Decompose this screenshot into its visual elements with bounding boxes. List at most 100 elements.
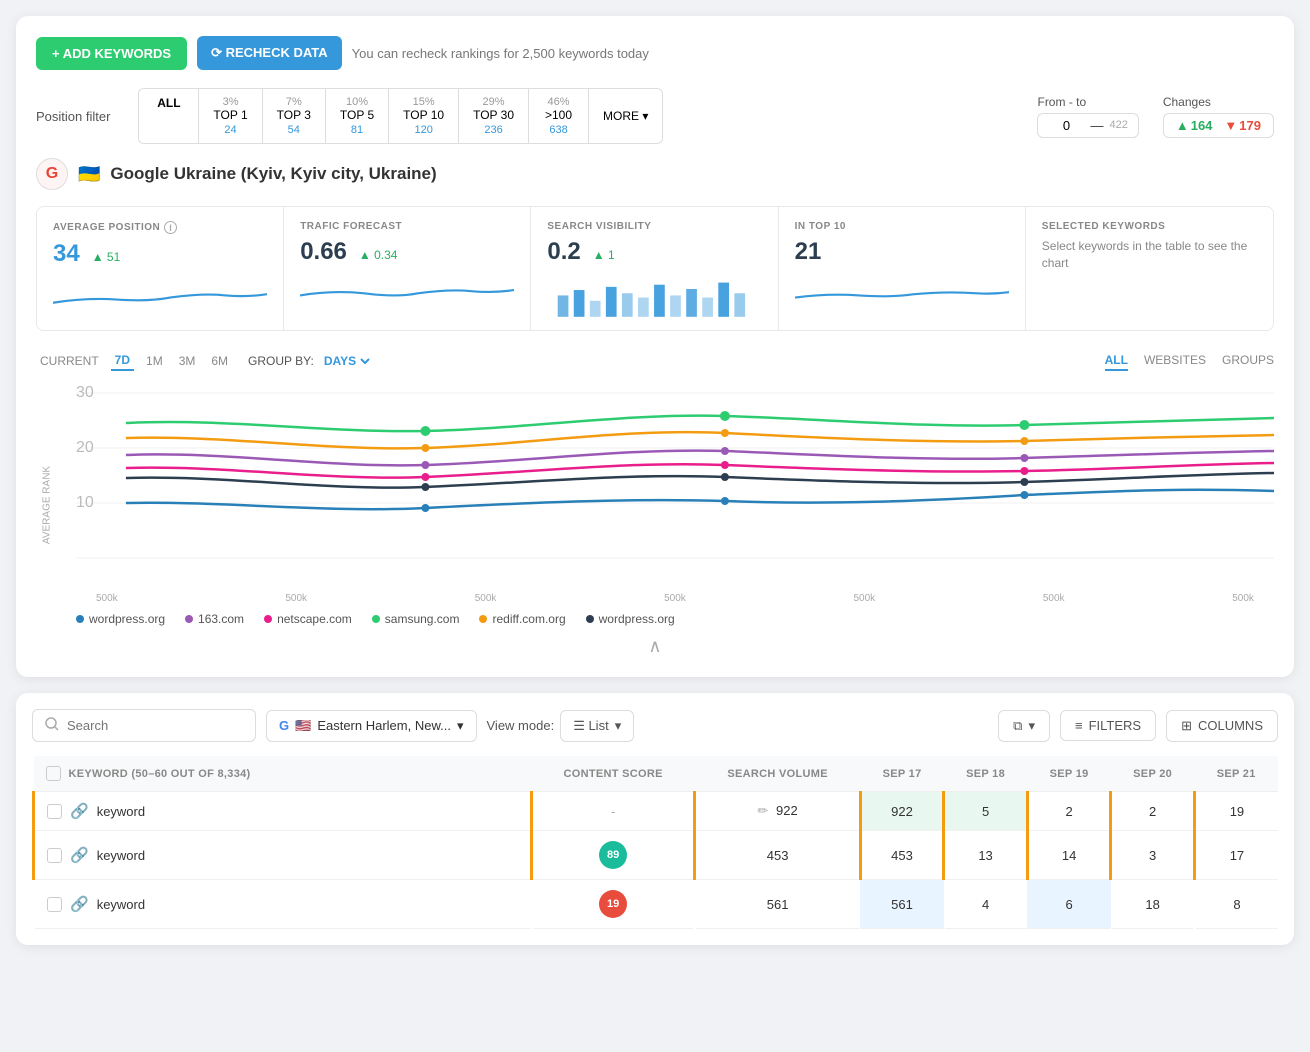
sep18-cell: 13 bbox=[944, 831, 1028, 880]
group-by-select[interactable]: DAYS bbox=[320, 353, 373, 369]
sep21-cell: 17 bbox=[1194, 831, 1278, 880]
legend-label: netscape.com bbox=[277, 612, 352, 626]
filters-button[interactable]: ≡ FILTERS bbox=[1060, 710, 1156, 741]
ukraine-flag: 🇺🇦 bbox=[78, 164, 100, 185]
keyword-text: keyword bbox=[97, 848, 145, 863]
changes-label: Changes bbox=[1163, 95, 1274, 109]
period-3m[interactable]: 3M bbox=[175, 351, 200, 371]
legend-dot bbox=[372, 615, 380, 623]
group-by-label: GROUP BY: bbox=[248, 354, 314, 368]
pf-btn-top1[interactable]: 3% TOP 1 24 bbox=[199, 89, 262, 143]
google-location-title: Google Ukraine (Kyiv, Kyiv city, Ukraine… bbox=[110, 164, 436, 184]
keyword-text: keyword bbox=[97, 804, 145, 819]
pf-btn-top30[interactable]: 29% TOP 30 236 bbox=[459, 89, 529, 143]
metric-cards: AVERAGE POSITION i 34 ▲ 51 TRAFIC FORECA… bbox=[36, 206, 1274, 331]
view-mode-select[interactable]: ☰ List ▾ bbox=[560, 710, 634, 742]
pf-btn-top10[interactable]: 15% TOP 10 120 bbox=[389, 89, 459, 143]
position-filter-group: ALL 3% TOP 1 24 7% TOP 3 54 10% TOP 5 81… bbox=[138, 88, 663, 144]
keyword-cell: 🔗 keyword bbox=[47, 802, 518, 820]
col-keyword: KEYWORD (50–60 out of 8,334) bbox=[34, 756, 532, 792]
link-icon[interactable]: 🔗 bbox=[70, 802, 89, 820]
col-sep20: SEP 20 bbox=[1111, 756, 1195, 792]
table-row: 🔗 keyword 89 453 453 13 14 3 17 bbox=[34, 831, 1279, 880]
columns-icon: ⊞ bbox=[1181, 718, 1192, 734]
collapse-button[interactable]: ∧ bbox=[36, 636, 1274, 657]
keyword-cell: 🔗 keyword bbox=[47, 895, 518, 913]
from-input[interactable] bbox=[1048, 118, 1084, 133]
select-all-checkbox[interactable] bbox=[46, 766, 61, 781]
x-axis: 500k 500k 500k 500k 500k 500k 500k bbox=[76, 593, 1274, 604]
copy-icon: ⧉ bbox=[1013, 718, 1022, 734]
chart-tab-websites[interactable]: WEBSITES bbox=[1144, 351, 1206, 371]
sep17-cell: 922 bbox=[860, 792, 944, 831]
from-to-label: From - to bbox=[1037, 95, 1138, 109]
legend-dot bbox=[479, 615, 487, 623]
link-icon[interactable]: 🔗 bbox=[70, 895, 89, 913]
visibility-value: 0.2 bbox=[547, 238, 580, 266]
collapse-icon: ∧ bbox=[648, 636, 661, 656]
pf-btn-top5[interactable]: 10% TOP 5 81 bbox=[326, 89, 389, 143]
period-current[interactable]: CURRENT bbox=[36, 351, 103, 371]
google-logo: G bbox=[36, 158, 68, 190]
recheck-info-text: You can recheck rankings for 2,500 keywo… bbox=[352, 46, 649, 61]
edit-icon: ✏ bbox=[758, 803, 769, 818]
content-score-cell: 89 bbox=[531, 831, 695, 880]
row-checkbox[interactable] bbox=[47, 897, 62, 912]
legend-label: 163.com bbox=[198, 612, 244, 626]
metric-avg-label: AVERAGE POSITION i bbox=[53, 221, 267, 234]
search-input[interactable] bbox=[67, 718, 243, 733]
chart-tab-groups[interactable]: GROUPS bbox=[1222, 351, 1274, 371]
location-dropdown-icon: ▾ bbox=[457, 718, 464, 734]
chart-tab-all[interactable]: ALL bbox=[1105, 351, 1128, 371]
row-checkbox[interactable] bbox=[47, 848, 62, 863]
pf-btn-gt100[interactable]: 46% >100 638 bbox=[529, 89, 589, 143]
metric-top10: IN TOP 10 21 bbox=[779, 207, 1026, 330]
search-volume-cell: ✏ 922 bbox=[695, 792, 860, 831]
svg-text:20: 20 bbox=[76, 439, 94, 456]
info-icon-avg[interactable]: i bbox=[164, 221, 177, 234]
add-keywords-button[interactable]: + ADD KEYWORDS bbox=[36, 37, 187, 70]
avg-position-change: ▲ 51 bbox=[92, 250, 121, 264]
legend-dot bbox=[586, 615, 594, 623]
legend-samsung: samsung.com bbox=[372, 612, 460, 626]
search-volume-cell: 453 bbox=[695, 831, 860, 880]
avg-position-chart bbox=[53, 276, 267, 316]
keywords-table: KEYWORD (50–60 out of 8,334) CONTENT SCO… bbox=[32, 756, 1278, 929]
search-icon bbox=[45, 717, 59, 734]
visibility-chart bbox=[547, 274, 761, 314]
avg-position-value: 34 bbox=[53, 240, 80, 268]
view-mode-value: ☰ List bbox=[573, 718, 609, 734]
legend-wordpress-org-2: wordpress.org bbox=[586, 612, 675, 626]
legend-dot bbox=[76, 615, 84, 623]
sep20-cell: 3 bbox=[1111, 831, 1195, 880]
recheck-data-button[interactable]: ⟳ RECHECK DATA bbox=[197, 36, 342, 70]
pf-btn-all[interactable]: ALL bbox=[139, 89, 199, 143]
period-7d[interactable]: 7D bbox=[111, 351, 134, 371]
group-by: GROUP BY: DAYS bbox=[248, 353, 373, 369]
pf-btn-top3[interactable]: 7% TOP 3 54 bbox=[263, 89, 326, 143]
copy-button[interactable]: ⧉ ▾ bbox=[998, 710, 1050, 742]
sep21-cell: 19 bbox=[1194, 792, 1278, 831]
search-volume-val: 922 bbox=[776, 803, 798, 818]
to-value: 422 bbox=[1109, 119, 1127, 131]
sep17-cell: 453 bbox=[860, 831, 944, 880]
period-6m[interactable]: 6M bbox=[207, 351, 232, 371]
columns-button[interactable]: ⊞ COLUMNS bbox=[1166, 710, 1278, 742]
chart-container: AVERAGE RANK 30 20 10 bbox=[36, 383, 1274, 626]
sep19-cell: 6 bbox=[1027, 880, 1111, 929]
metric-traffic: TRAFIC FORECAST 0.66 ▲ 0.34 bbox=[284, 207, 531, 330]
link-icon[interactable]: 🔗 bbox=[70, 846, 89, 864]
location-selector[interactable]: G 🇺🇸 Eastern Harlem, New... ▾ bbox=[266, 710, 477, 742]
sep19-cell: 14 bbox=[1027, 831, 1111, 880]
pf-count-top1: 24 bbox=[224, 124, 236, 136]
row-checkbox[interactable] bbox=[47, 804, 62, 819]
chart-controls: CURRENT 7D 1M 3M 6M GROUP BY: DAYS ALL W… bbox=[36, 351, 1274, 371]
table-row: 🔗 keyword 19 561 561 4 6 18 8 bbox=[34, 880, 1279, 929]
selected-keywords-text: Select keywords in the table to see the … bbox=[1042, 238, 1257, 272]
period-1m[interactable]: 1M bbox=[142, 351, 167, 371]
score-badge-red: 19 bbox=[599, 890, 627, 918]
col-sep17: SEP 17 bbox=[860, 756, 944, 792]
pf-btn-more[interactable]: MORE ▾ bbox=[589, 89, 662, 143]
keyword-text: keyword bbox=[97, 897, 145, 912]
table-toolbar: G 🇺🇸 Eastern Harlem, New... ▾ View mode:… bbox=[32, 709, 1278, 742]
